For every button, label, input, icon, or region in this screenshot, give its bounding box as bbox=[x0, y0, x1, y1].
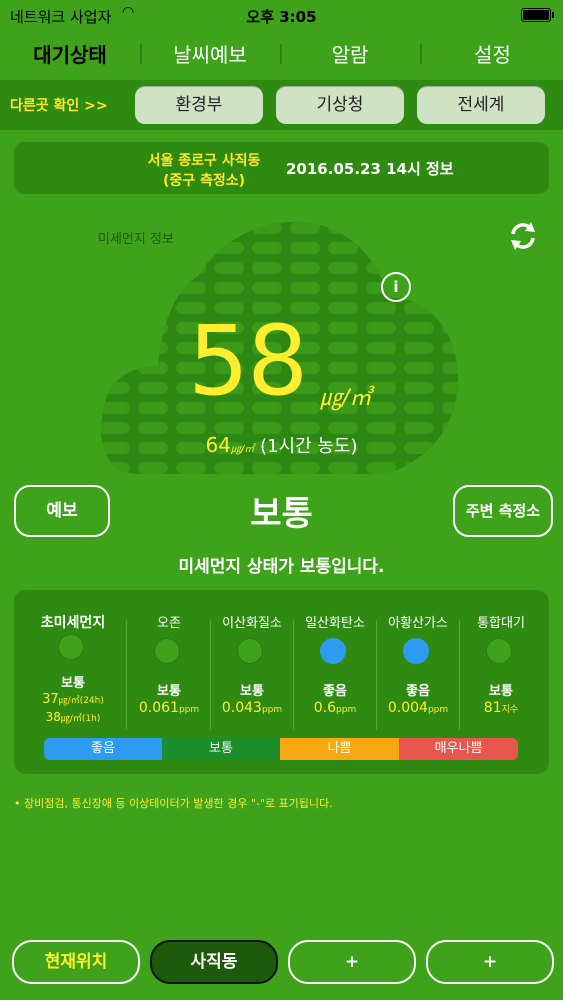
battery-icon bbox=[521, 8, 554, 22]
pm25-24h-value: 37 bbox=[42, 692, 59, 707]
grade-dot bbox=[237, 638, 263, 664]
hour-value: 64 bbox=[205, 433, 231, 457]
pollutant-name: 이산화질소 bbox=[222, 616, 282, 631]
pollutant-name: 일산화탄소 bbox=[305, 616, 365, 631]
grade-dot bbox=[320, 638, 346, 664]
pm25-24h-unit: ㎍/㎥(24h) bbox=[58, 696, 104, 706]
legend-bad: 나쁨 bbox=[280, 738, 399, 760]
pm-info-label: 미세먼지 정보 bbox=[98, 232, 174, 247]
pollutant-grade: 보통 bbox=[489, 684, 513, 699]
main-tabs: 대기상태 날씨예보 알람 설정 bbox=[0, 36, 563, 74]
pollutant-name: 통합대기 bbox=[477, 616, 525, 631]
pollutant-grade: 보통 bbox=[240, 684, 264, 699]
pm-unit: ㎍/㎥ bbox=[320, 386, 372, 411]
nearby-stations-button[interactable]: 주변 측정소 bbox=[453, 485, 553, 537]
pm-value: 58 bbox=[188, 305, 308, 417]
location-panel: 서울 종로구 사직동 (중구 측정소) 2016.05.23 14시 정보 bbox=[14, 142, 549, 194]
pollutant-value: 0.004ppm bbox=[387, 700, 449, 716]
measurement-datetime: 2016.05.23 14시 정보 bbox=[286, 160, 454, 178]
grade-dot bbox=[58, 634, 84, 660]
hour-unit: ㎍/㎥ bbox=[230, 444, 255, 455]
tab-weather-forecast[interactable]: 날씨예보 bbox=[150, 36, 270, 74]
status-bar: 네트워크 사업자 ◠ 오후 3:05 bbox=[0, 0, 563, 30]
pollutant-grade: 좋음 bbox=[323, 684, 347, 699]
grade-dot bbox=[154, 638, 180, 664]
pollutant-grade: 보통 bbox=[61, 676, 85, 691]
source-button-kma[interactable]: 기상청 bbox=[276, 86, 404, 124]
hour-text: (1시간 농도) bbox=[260, 436, 358, 457]
tab-alarm[interactable]: 알람 bbox=[290, 36, 410, 74]
pollutant-value: 0.043ppm bbox=[221, 700, 283, 716]
info-icon[interactable]: i bbox=[381, 272, 411, 302]
clock: 오후 3:05 bbox=[246, 8, 317, 26]
pollutant-value: 37㎍/㎥(24h) bbox=[32, 692, 114, 707]
pollutant-value-hour: 38㎍/㎥(1h) bbox=[32, 710, 114, 724]
pollutant-name: 초미세먼지 bbox=[40, 615, 106, 631]
pm25-1h-value: 38 bbox=[45, 710, 61, 724]
tab-air-status[interactable]: 대기상태 bbox=[10, 36, 130, 74]
pollutant-grade: 좋음 bbox=[406, 684, 430, 699]
other-source-label: 다른곳 확인 >> bbox=[10, 98, 108, 114]
source-button-env[interactable]: 환경부 bbox=[135, 86, 263, 124]
saved-location-button[interactable]: 사직동 bbox=[150, 940, 278, 984]
grade-legend: 좋음 보통 나쁨 매우나쁨 bbox=[44, 738, 518, 760]
pollutant-value: 0.6ppm bbox=[313, 700, 357, 716]
current-location-button[interactable]: 현재위치 bbox=[12, 940, 140, 984]
refresh-icon[interactable] bbox=[507, 220, 539, 252]
legend-good: 좋음 bbox=[44, 738, 162, 760]
pollutant-value: 81지수 bbox=[483, 700, 519, 716]
add-location-button-1[interactable]: + bbox=[288, 940, 416, 984]
data-note: • 장비점검, 통신장애 등 이상테이터가 발생한 경우 "-"로 표기됩니다. bbox=[14, 797, 333, 810]
grade-dot bbox=[403, 638, 429, 664]
pollutant-value: 0.061ppm bbox=[138, 700, 200, 716]
station-name: (중구 측정소) bbox=[162, 173, 246, 189]
add-location-button-2[interactable]: + bbox=[426, 940, 554, 984]
hour-concentration: 64㎍/㎥ (1시간 농도) bbox=[0, 432, 563, 458]
pollutant-name: 아황산가스 bbox=[388, 616, 448, 631]
source-button-world[interactable]: 전세계 bbox=[417, 86, 545, 124]
status-message: 미세먼지 상태가 보통입니다. bbox=[178, 557, 385, 577]
source-bar: 다른곳 확인 >> 환경부 기상청 전세계 bbox=[0, 80, 563, 130]
location-name: 서울 종로구 사직동 bbox=[147, 153, 261, 169]
legend-very-bad: 매우나쁨 bbox=[399, 738, 518, 760]
pollutant-name: 오존 bbox=[157, 616, 181, 631]
tab-settings[interactable]: 설정 bbox=[430, 36, 555, 74]
legend-normal: 보통 bbox=[162, 738, 280, 760]
grade-dot bbox=[486, 638, 512, 664]
pollutant-grade: 보통 bbox=[157, 684, 181, 699]
pollutant-panel: 초미세먼지 보통 37㎍/㎥(24h) 38㎍/㎥(1h) 오존 보통 0.06… bbox=[14, 590, 549, 774]
pm25-1h-unit: ㎍/㎥(1h) bbox=[60, 714, 101, 724]
